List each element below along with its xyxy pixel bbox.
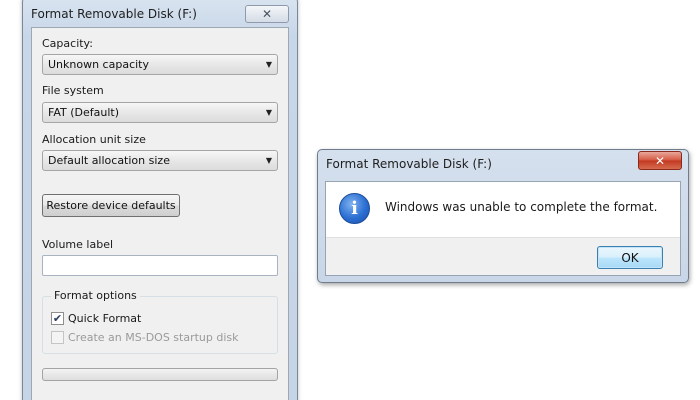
chevron-down-icon: ▼ [265,156,272,165]
check-icon: ✔ [52,312,63,325]
chevron-down-icon: ▼ [265,60,272,69]
restore-defaults-button[interactable]: Restore device defaults [42,194,180,217]
error-dialog-body: i Windows was unable to complete the for… [325,181,681,276]
format-window-titlebar[interactable]: Format Removable Disk (F:) ✕ [23,1,297,27]
format-window-close-button[interactable]: ✕ [245,5,289,23]
allocation-label: Allocation unit size [42,133,146,146]
close-icon: ✕ [261,7,273,21]
error-dialog: Format Removable Disk (F:) ✕ i Windows w… [317,149,689,283]
format-window-body: Capacity: Unknown capacity ▼ File system… [31,27,289,400]
allocation-value: Default allocation size [48,154,170,167]
volume-label-label: Volume label [42,238,114,251]
format-progress-bar [42,368,278,381]
volume-label-input[interactable] [42,255,278,276]
msdos-startup-row: Create an MS-DOS startup disk [51,331,239,344]
format-options-title: Format options [51,289,140,302]
allocation-dropdown[interactable]: Default allocation size ▼ [42,150,278,171]
error-dialog-title: Format Removable Disk (F:) [326,157,492,171]
format-window-title: Format Removable Disk (F:) [31,7,197,21]
close-icon: ✕ [654,153,666,168]
quick-format-row[interactable]: ✔ Quick Format [51,312,141,325]
file-system-dropdown[interactable]: FAT (Default) ▼ [42,102,278,123]
ok-button[interactable]: OK [597,246,663,269]
capacity-dropdown[interactable]: Unknown capacity ▼ [42,54,278,75]
info-icon: i [339,193,370,224]
format-window: Format Removable Disk (F:) ✕ Capacity: U… [22,0,298,400]
quick-format-checkbox[interactable]: ✔ [51,312,64,325]
capacity-value: Unknown capacity [48,58,149,71]
chevron-down-icon: ▼ [265,108,272,117]
error-message: Windows was unable to complete the forma… [385,200,658,214]
error-dialog-footer: OK [326,237,680,275]
file-system-value: FAT (Default) [48,106,119,119]
format-options-group: Format options ✔ Quick Format Create an … [42,289,278,354]
error-dialog-close-button[interactable]: ✕ [638,151,682,170]
msdos-startup-label: Create an MS-DOS startup disk [68,331,239,344]
quick-format-label: Quick Format [68,312,142,325]
msdos-startup-checkbox [51,331,64,344]
file-system-label: File system [42,84,104,97]
capacity-label: Capacity: [42,37,93,50]
